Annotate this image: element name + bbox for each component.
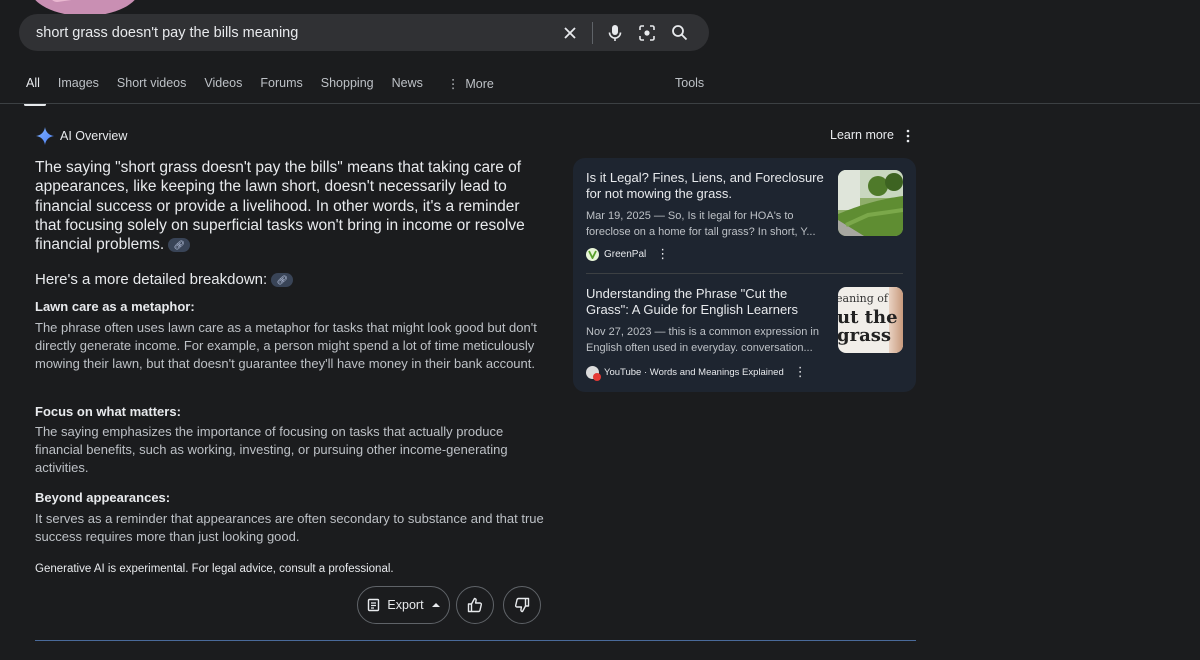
citation-link-icon[interactable]: 🔗︎ [271, 273, 294, 288]
source-site-name: YouTube · Words and Meanings Explained [604, 366, 784, 378]
section-body: The phrase often uses lawn care as a met… [35, 320, 537, 371]
source-item[interactable]: Understanding the Phrase "Cut the Grass"… [586, 286, 831, 381]
sources-card: Is it Legal? Fines, Liens, and Foreclosu… [573, 158, 916, 392]
export-icon [368, 598, 380, 612]
ai-overview-header: AI Overview [36, 127, 127, 145]
microphone-icon[interactable] [599, 17, 631, 49]
thumbs-down-button[interactable] [503, 586, 541, 624]
tab-short-videos[interactable]: Short videos [117, 76, 186, 106]
thumbnail-text: eaning of [838, 292, 888, 305]
caret-up-icon [431, 603, 440, 607]
tab-more[interactable]: ⋮ More [447, 76, 494, 106]
search-icon[interactable] [663, 17, 695, 49]
thumbs-up-icon [467, 597, 483, 613]
source-thumbnail[interactable]: eaning of ut the grass [838, 287, 903, 353]
search-divider [592, 21, 593, 44]
youtube-favicon-icon [586, 365, 601, 381]
tab-images[interactable]: Images [58, 76, 99, 106]
disclaimer: Generative AI is experimental. For legal… [35, 563, 394, 575]
clear-icon[interactable] [554, 17, 586, 49]
learn-more-link[interactable]: Learn more [830, 128, 894, 142]
section-body: It serves as a reminder that appearances… [35, 511, 544, 544]
tab-news[interactable]: News [392, 76, 423, 106]
thumbnail-text: grass [838, 325, 891, 346]
source-snippet: Nov 27, 2023 — this is a common expressi… [586, 326, 819, 354]
section-heading: Focus on what matters: [35, 404, 181, 419]
source-site-name: GreenPal [604, 248, 647, 260]
ai-overview-label: AI Overview [60, 129, 128, 143]
source-item[interactable]: Is it Legal? Fines, Liens, and Foreclosu… [586, 170, 831, 262]
tab-more-label: More [465, 77, 494, 91]
overview-menu-icon[interactable] [903, 129, 913, 143]
citation-link-icon[interactable]: 🔗︎ [168, 238, 191, 253]
tabs-divider [0, 103, 1200, 104]
sources-divider [586, 273, 903, 274]
overview-lead-text: The saying "short grass doesn't pay the … [35, 159, 525, 254]
source-site: YouTube · Words and Meanings Explained ⋮ [586, 364, 831, 381]
section-body: The saying emphasizes the importance of … [35, 424, 508, 475]
tab-shopping[interactable]: Shopping [321, 76, 374, 106]
section-heading: Lawn care as a metaphor: [35, 299, 195, 314]
thumbs-down-icon [514, 597, 530, 613]
tab-forums[interactable]: Forums [260, 76, 302, 106]
overview-lead: The saying "short grass doesn't pay the … [35, 158, 545, 254]
tab-videos[interactable]: Videos [204, 76, 242, 106]
tools-button[interactable]: Tools [675, 76, 704, 90]
search-input[interactable]: short grass doesn't pay the bills meanin… [36, 25, 554, 41]
export-button[interactable]: Export [357, 586, 450, 624]
source-title[interactable]: Understanding the Phrase "Cut the Grass"… [586, 286, 831, 318]
more-vertical-icon: ⋮ [446, 77, 460, 91]
source-snippet: Mar 19, 2025 — So, Is it legal for HOA's… [586, 210, 816, 238]
section-heading: Beyond appearances: [35, 490, 171, 505]
search-tabs: All Images Short videos Videos Forums Sh… [24, 76, 512, 106]
source-site: GreenPal ⋮ [586, 246, 831, 262]
breakdown-heading: Here's a more detailed breakdown: 🔗︎ [35, 271, 294, 288]
greenpal-favicon-icon [586, 247, 599, 261]
overview-bottom-divider [35, 640, 916, 641]
export-label: Export [387, 598, 424, 612]
source-thumbnail[interactable] [838, 170, 903, 236]
camera-search-icon[interactable] [631, 17, 663, 49]
search-bar[interactable]: short grass doesn't pay the bills meanin… [19, 14, 709, 51]
thumbs-up-button[interactable] [456, 586, 494, 624]
source-menu-icon[interactable]: ⋮ [794, 364, 807, 380]
source-menu-icon[interactable]: ⋮ [656, 246, 669, 262]
breakdown-heading-text: Here's a more detailed breakdown: [35, 271, 268, 288]
tab-all[interactable]: All [24, 76, 46, 106]
source-title[interactable]: Is it Legal? Fines, Liens, and Foreclosu… [586, 170, 831, 202]
sparkle-icon [36, 127, 54, 145]
